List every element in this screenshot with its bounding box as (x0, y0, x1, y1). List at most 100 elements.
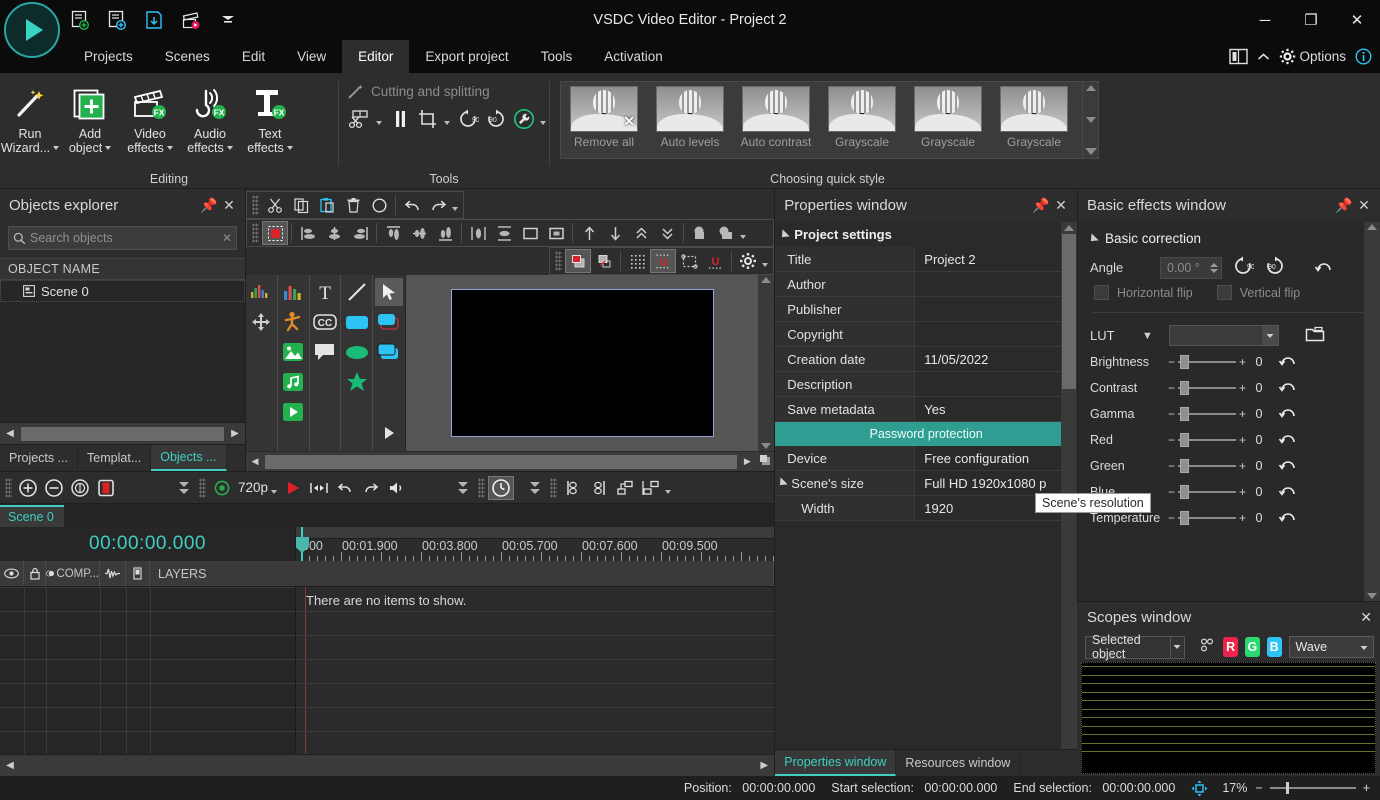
canvas-vscrollbar[interactable] (758, 275, 774, 451)
quick-style-item[interactable]: Grayscale (905, 82, 991, 149)
close-icon[interactable]: ✕ (1354, 196, 1374, 216)
distribute-h-icon[interactable] (465, 221, 491, 245)
pointer-icon[interactable] (375, 278, 403, 306)
tab-properties-window[interactable]: Properties window (775, 750, 896, 776)
rotate-ccw-90-icon[interactable]: 90 (484, 106, 509, 132)
tab-objects[interactable]: Objects ... (151, 445, 226, 471)
line-icon[interactable] (343, 278, 371, 306)
scroll-right-icon[interactable]: ▶ (225, 424, 245, 444)
snap-grid-icon[interactable]: U (650, 249, 676, 273)
property-value[interactable]: Free configuration (915, 446, 1077, 470)
eye-icon[interactable] (0, 561, 24, 586)
open-project-icon[interactable] (105, 8, 129, 32)
move-up-icon[interactable] (576, 221, 602, 245)
property-value[interactable] (915, 372, 1077, 396)
slider-plus[interactable]: + (1239, 381, 1246, 395)
chart-icon[interactable] (279, 278, 307, 306)
cutting-splitting-header[interactable]: Cutting and splitting (339, 77, 549, 100)
split-marker-icon[interactable] (388, 106, 413, 132)
align-middle-icon[interactable] (406, 221, 432, 245)
properties-group-header[interactable]: Project settings (775, 222, 1077, 247)
quick-style-item[interactable]: Auto contrast (733, 82, 819, 149)
move-top-icon[interactable] (628, 221, 654, 245)
move-down-icon[interactable] (602, 221, 628, 245)
reset-angle-icon[interactable] (1314, 257, 1334, 278)
remove-track-icon[interactable] (638, 476, 664, 500)
rectangle-icon[interactable] (343, 308, 371, 336)
ellipse-icon[interactable] (343, 338, 371, 366)
slider-plus[interactable]: + (1239, 433, 1246, 447)
ungroup-icon[interactable] (713, 221, 739, 245)
clear-search-icon[interactable]: ✕ (222, 231, 232, 245)
slider-control[interactable]: −+ (1168, 459, 1246, 473)
tab-templates[interactable]: Templat... (78, 445, 151, 471)
properties-scroll-thumb[interactable] (1062, 234, 1076, 389)
zoom-in-icon[interactable] (15, 476, 41, 500)
properties-vscrollbar[interactable] (1061, 222, 1077, 749)
reset-icon[interactable] (1278, 455, 1298, 476)
slider-plus[interactable]: + (1239, 459, 1246, 473)
audio-effects-button[interactable]: FX Audioeffects (180, 77, 240, 155)
pin-icon[interactable]: 📌 (1334, 196, 1354, 216)
timeline-track-area[interactable]: There are no items to show. (295, 587, 774, 754)
table-row[interactable]: TitleProject 2 (775, 247, 1077, 272)
audio-icon[interactable] (279, 368, 307, 396)
quick-style-item[interactable]: Auto levels (647, 82, 733, 149)
menu-edit[interactable]: Edit (226, 40, 281, 73)
basic-correction-group[interactable]: Basic correction (1078, 222, 1380, 246)
composition-column[interactable]: COMP... (46, 561, 100, 586)
info-icon[interactable] (1355, 48, 1372, 65)
crop-dropdown-icon[interactable] (444, 121, 450, 125)
slider-control[interactable]: −+ (1168, 407, 1246, 421)
fit-icon[interactable] (306, 476, 332, 500)
align-top-icon[interactable] (380, 221, 406, 245)
timeline-hscrollbar[interactable]: ◀ ▶ (0, 754, 774, 776)
property-value[interactable] (915, 322, 1077, 346)
callout-icon[interactable] (311, 338, 339, 366)
scope-waveform-canvas[interactable] (1081, 662, 1376, 774)
close-button[interactable]: ✕ (1334, 0, 1380, 40)
move-icon[interactable] (247, 308, 275, 336)
align-center-icon[interactable] (321, 221, 347, 245)
subtitle-icon[interactable]: CC (311, 308, 339, 336)
menu-scenes[interactable]: Scenes (149, 40, 226, 73)
toolbar-grip[interactable] (550, 478, 557, 498)
marker-dropdown-icon[interactable] (665, 490, 671, 494)
timeline-ruler[interactable]: 000 00:01.900 00:03.800 00:05.700 00:07.… (295, 527, 774, 561)
property-value[interactable] (915, 272, 1077, 296)
table-row[interactable]: Publisher (775, 297, 1077, 322)
subtract-icon[interactable] (591, 249, 617, 273)
zoom-out-icon[interactable] (41, 476, 67, 500)
toolbar-grip[interactable] (199, 478, 206, 498)
timeline-track-headers[interactable] (0, 587, 295, 754)
spectrum-icon[interactable] (247, 278, 275, 306)
marker-end-icon[interactable] (586, 476, 612, 500)
rotate-ccw-90-icon[interactable]: 90 (1264, 256, 1286, 279)
menu-view[interactable]: View (281, 40, 342, 73)
slider-control[interactable]: −+ (1168, 511, 1246, 525)
menu-tools[interactable]: Tools (525, 40, 589, 73)
rotate-cw-90-icon[interactable]: 90 (456, 106, 481, 132)
timeline-scroll-right-icon[interactable]: ▶ (754, 760, 774, 771)
loop-back-icon[interactable] (332, 476, 358, 500)
collapse-ribbon-icon[interactable] (1257, 52, 1270, 62)
toolbar-grip[interactable] (478, 478, 485, 498)
table-row[interactable]: Width1920 (775, 496, 1077, 521)
run-wizard-button[interactable]: RunWizard... (0, 77, 60, 155)
canvas-hscrollbar[interactable]: ◀ ▶ (246, 451, 774, 471)
search-objects-bar[interactable]: ✕ (8, 226, 237, 250)
align-right-icon[interactable] (347, 221, 373, 245)
scope-channel-g[interactable]: G (1245, 637, 1260, 657)
slider-plus[interactable]: + (1239, 407, 1246, 421)
resolution-label[interactable]: 720p (238, 480, 268, 495)
selection-icon[interactable] (262, 221, 288, 245)
distribute-v-icon[interactable] (491, 221, 517, 245)
move-bottom-icon[interactable] (654, 221, 680, 245)
reset-icon[interactable] (1278, 429, 1298, 450)
canvas-scroll-right-icon[interactable]: ▶ (738, 456, 756, 467)
horizontal-flip-checkbox[interactable] (1094, 285, 1109, 300)
guides-icon[interactable] (676, 249, 702, 273)
chevron-down-icon[interactable]: ▼ (1142, 330, 1153, 342)
fit-frame-icon[interactable] (517, 221, 543, 245)
collapse-triangle-icon[interactable] (1087, 233, 1098, 244)
